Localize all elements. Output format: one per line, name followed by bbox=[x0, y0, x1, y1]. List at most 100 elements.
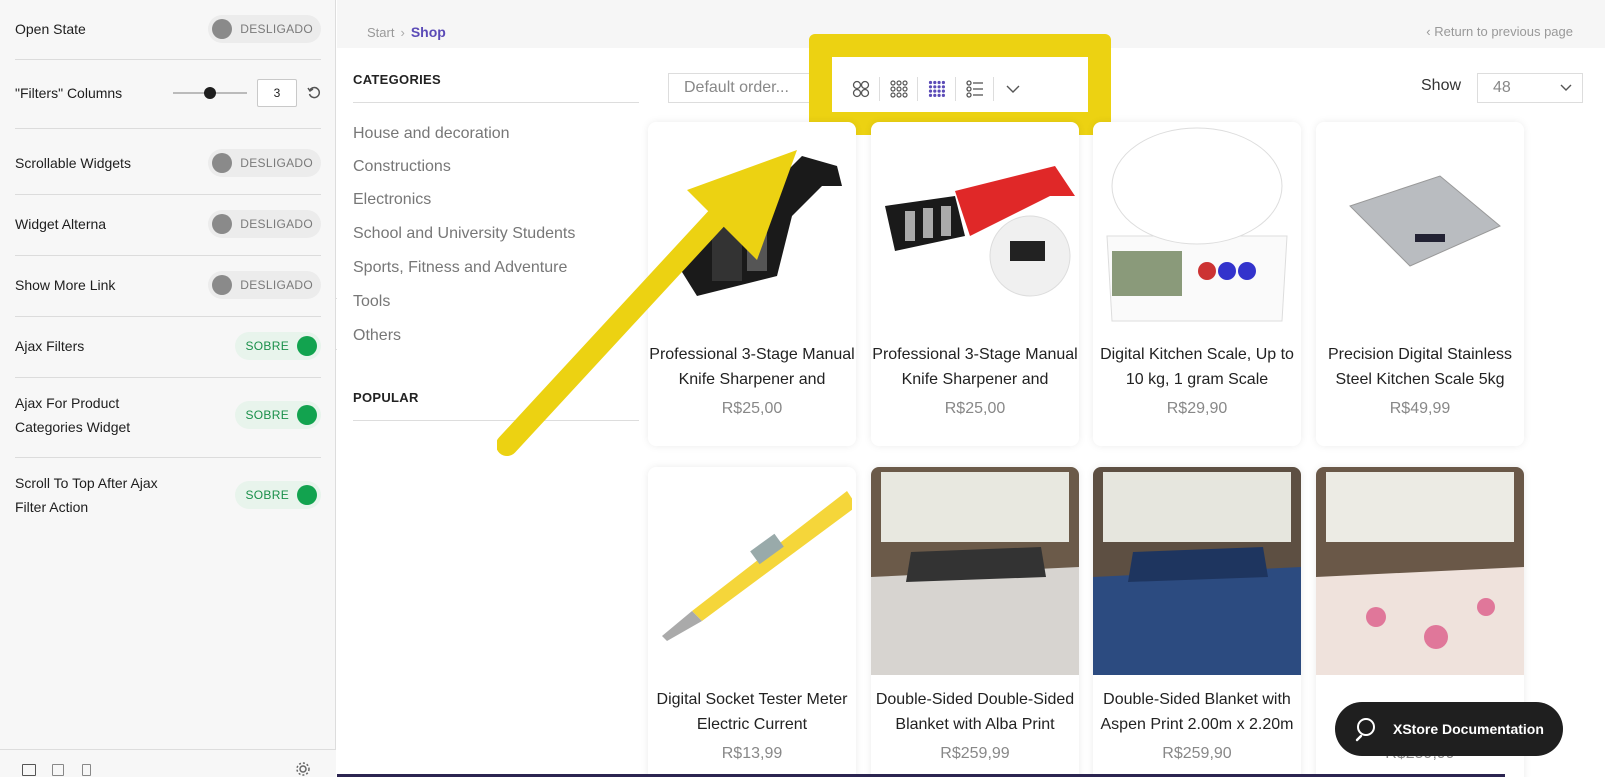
product-image[interactable] bbox=[1093, 467, 1301, 675]
product-image[interactable] bbox=[648, 122, 856, 330]
product-title[interactable]: Double-Sided Blanket with Aspen Print 2.… bbox=[1093, 687, 1301, 737]
setting-scrollable-widgets: Scrollable Widgets DESLIGADO bbox=[15, 149, 321, 177]
product-title[interactable]: Professional 3-Stage Manual Knife Sharpe… bbox=[871, 342, 1079, 392]
popular-heading: POPULAR bbox=[353, 390, 419, 405]
category-link[interactable]: Sports, Fitness and Adventure bbox=[353, 259, 567, 277]
label-line: Scroll To Top After Ajax bbox=[15, 475, 158, 491]
order-select[interactable]: Default order... bbox=[668, 73, 828, 103]
blanket-floral-image bbox=[1316, 467, 1524, 675]
breadcrumb: Start › Shop bbox=[367, 24, 446, 40]
product-card[interactable]: Precision Digital Stainless Steel Kitche… bbox=[1316, 122, 1524, 446]
category-link[interactable]: House and decoration bbox=[353, 125, 510, 143]
columns-number-input[interactable]: 3 bbox=[257, 79, 297, 107]
shop-main: Start › Shop ‹ Return to previous page CAT… bbox=[337, 0, 1605, 777]
product-title[interactable]: Professional 3-Stage Manual Knife Sharpe… bbox=[648, 342, 856, 392]
product-title[interactable]: Digital Kitchen Scale, Up to 10 kg, 1 gr… bbox=[1093, 342, 1301, 392]
mobile-view-icon[interactable] bbox=[82, 764, 91, 776]
setting-ajax-categories: Ajax For Product Categories Widget SOBRE bbox=[15, 391, 321, 439]
annotation-highlight-box bbox=[809, 34, 1111, 135]
product-title[interactable]: Digital Socket Tester Meter Electric Cur… bbox=[648, 687, 856, 737]
setting-label: Ajax Filters bbox=[15, 338, 85, 354]
breadcrumb-current: Shop bbox=[410, 24, 446, 40]
product-image[interactable] bbox=[871, 122, 1079, 330]
product-price: R$13,99 bbox=[721, 745, 783, 762]
setting-show-more-link: Show More Link DESLIGADO bbox=[15, 271, 321, 299]
knife-sharpener-red-image bbox=[885, 166, 1075, 297]
reset-icon[interactable] bbox=[307, 86, 321, 100]
xstore-documentation-button[interactable]: XStore Documentation bbox=[1335, 702, 1563, 756]
scroll-top-toggle[interactable]: SOBRE bbox=[235, 481, 321, 509]
show-more-link-toggle[interactable]: DESLIGADO bbox=[208, 271, 321, 299]
per-page-value: 48 bbox=[1493, 79, 1511, 96]
toggle-state-text: DESLIGADO bbox=[240, 217, 313, 231]
blanket-alba-image bbox=[871, 467, 1079, 675]
category-link[interactable]: Constructions bbox=[353, 158, 451, 176]
toggle-state-text: SOBRE bbox=[245, 488, 289, 502]
filters-columns-control: 3 bbox=[173, 79, 321, 107]
desktop-view-icon[interactable] bbox=[22, 764, 36, 776]
product-price: R$259,90 bbox=[1162, 745, 1232, 762]
toggle-state-text: SOBRE bbox=[245, 408, 289, 422]
columns-slider[interactable] bbox=[173, 87, 247, 99]
product-image[interactable] bbox=[1316, 122, 1524, 330]
breadcrumb-start-link[interactable]: Start bbox=[367, 25, 394, 40]
setting-label: Widget Alterna bbox=[15, 216, 107, 232]
product-price: R$25,00 bbox=[944, 400, 1006, 417]
chevron-down-icon bbox=[1560, 84, 1572, 91]
product-card[interactable]: Digital Socket Tester Meter Electric Cur… bbox=[648, 467, 856, 777]
setting-label: Ajax For Product Categories Widget bbox=[15, 391, 130, 439]
divider bbox=[15, 316, 321, 317]
toggle-knob bbox=[212, 19, 233, 39]
toggle-state-text: DESLIGADO bbox=[240, 278, 313, 292]
divider bbox=[15, 255, 321, 256]
knife-sharpener-image bbox=[672, 156, 842, 296]
widget-alterna-toggle[interactable]: DESLIGADO bbox=[208, 210, 321, 238]
category-link[interactable]: Electronics bbox=[353, 191, 431, 209]
divider bbox=[15, 59, 321, 60]
setting-label: Scroll To Top After Ajax Filter Action bbox=[15, 471, 158, 519]
heading-underline bbox=[353, 102, 639, 103]
product-image[interactable] bbox=[648, 467, 856, 675]
settings-panel: Open State DESLIGADO "Filters" Columns 3… bbox=[0, 0, 336, 777]
product-price: R$29,90 bbox=[1166, 400, 1228, 417]
toggle-state-text: SOBRE bbox=[245, 339, 289, 353]
ajax-filters-toggle[interactable]: SOBRE bbox=[235, 332, 321, 360]
product-title[interactable]: Double-Sided Double-Sided Blanket with A… bbox=[871, 687, 1079, 737]
divider bbox=[15, 457, 321, 458]
return-previous-link[interactable]: ‹ Return to previous page bbox=[1426, 24, 1573, 39]
toggle-knob bbox=[212, 275, 233, 295]
category-link[interactable]: Others bbox=[353, 327, 401, 345]
socket-tester-image bbox=[662, 491, 852, 641]
divider bbox=[15, 194, 321, 195]
product-image[interactable] bbox=[871, 467, 1079, 675]
category-link[interactable]: Tools bbox=[353, 293, 390, 311]
product-card[interactable]: Double-Sided Blanket with Aspen Print 2.… bbox=[1093, 467, 1301, 777]
xstore-button-label: XStore Documentation bbox=[1393, 721, 1544, 737]
product-card[interactable]: Professional 3-Stage Manual Knife Sharpe… bbox=[648, 122, 856, 446]
heading-underline bbox=[353, 420, 639, 421]
per-page-select[interactable]: 48 bbox=[1477, 73, 1583, 103]
kitchen-scale-image bbox=[1106, 127, 1288, 322]
product-image[interactable] bbox=[1093, 122, 1301, 330]
toggle-knob bbox=[212, 214, 233, 234]
open-state-toggle[interactable]: DESLIGADO bbox=[208, 15, 321, 43]
product-card[interactable]: Professional 3-Stage Manual Knife Sharpe… bbox=[871, 122, 1079, 446]
setting-label: "Filters" Columns bbox=[15, 85, 123, 101]
product-card[interactable]: Double-Sided Double-Sided Blanket with A… bbox=[871, 467, 1079, 777]
category-link[interactable]: School and University Students bbox=[353, 225, 575, 243]
product-price: R$49,99 bbox=[1389, 400, 1451, 417]
slider-thumb[interactable] bbox=[204, 87, 216, 99]
tablet-view-icon[interactable] bbox=[52, 764, 64, 776]
product-card[interactable]: Digital Kitchen Scale, Up to 10 kg, 1 gr… bbox=[1093, 122, 1301, 446]
search-icon bbox=[1355, 718, 1375, 742]
gear-icon[interactable] bbox=[296, 762, 310, 776]
scrollable-widgets-toggle[interactable]: DESLIGADO bbox=[208, 149, 321, 177]
setting-open-state: Open State DESLIGADO bbox=[15, 15, 321, 43]
setting-label: Scrollable Widgets bbox=[15, 155, 131, 171]
ajax-categories-toggle[interactable]: SOBRE bbox=[235, 401, 321, 429]
product-price: R$259,99 bbox=[940, 745, 1010, 762]
product-title[interactable]: Precision Digital Stainless Steel Kitche… bbox=[1316, 342, 1524, 392]
setting-ajax-filters: Ajax Filters SOBRE bbox=[15, 332, 321, 360]
product-image[interactable] bbox=[1316, 467, 1524, 675]
label-line: Categories Widget bbox=[15, 419, 131, 435]
